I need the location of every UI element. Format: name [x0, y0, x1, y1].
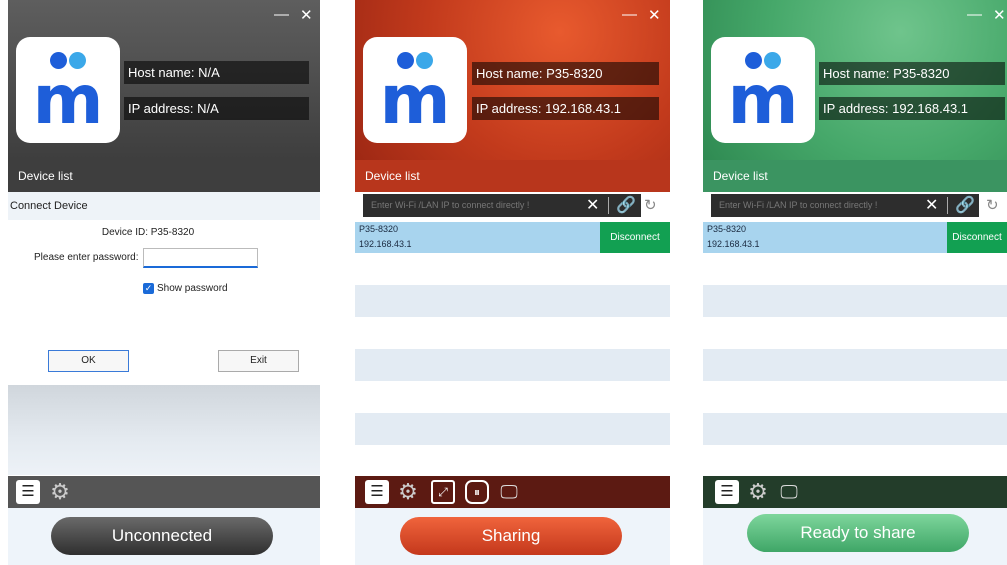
show-password-label: Show password: [157, 283, 228, 294]
ip-address: IP address: N/A: [124, 97, 309, 120]
divider: [608, 197, 609, 214]
device-id: Device ID: P35-8320: [101, 227, 195, 238]
clear-icon[interactable]: ✕: [925, 194, 938, 217]
list-icon[interactable]: ☰: [365, 480, 389, 504]
empty-row: [703, 349, 1007, 381]
screen-icon[interactable]: 🖵: [777, 480, 801, 504]
device-row[interactable]: P35-8320 192.168.43.1 Disconnect: [703, 222, 1007, 253]
close-icon[interactable]: ✕: [648, 6, 661, 24]
screen-icon[interactable]: 🖵: [497, 480, 521, 504]
panel-sharing: — ✕ m Host name: P35-8320 IP address: 19…: [355, 0, 670, 565]
device-ip: 192.168.43.1: [707, 239, 760, 249]
toolbar: ☰ ⚙ ⤢ ⏸ 🖵: [355, 476, 670, 508]
status-button[interactable]: Sharing: [400, 517, 622, 555]
resize-icon[interactable]: ⤢: [431, 480, 455, 504]
header: — ✕ m Host name: N/A IP address: N/A: [8, 0, 320, 160]
status-area: Ready to share: [703, 508, 1007, 565]
empty-row: [355, 285, 670, 317]
app-logo: m: [363, 37, 467, 143]
refresh-icon[interactable]: ↻: [644, 196, 657, 214]
divider: [947, 197, 948, 214]
device-list-header: Device list: [355, 160, 670, 192]
ok-button[interactable]: OK: [48, 350, 129, 372]
status-button[interactable]: Ready to share: [747, 514, 969, 552]
app-logo: m: [711, 37, 815, 143]
empty-row: [703, 285, 1007, 317]
status-area: Unconnected: [8, 508, 320, 565]
panel-unconnected: — ✕ m Host name: N/A IP address: N/A Dev…: [8, 0, 320, 565]
link-icon[interactable]: 🔗: [616, 194, 636, 217]
settings-icon[interactable]: ⚙: [48, 480, 72, 504]
status-area: Sharing: [355, 508, 670, 565]
empty-row: [355, 349, 670, 381]
search-input[interactable]: Enter Wi-Fi /LAN IP to connect directly …: [371, 194, 529, 217]
background-fade: [8, 385, 320, 475]
close-icon[interactable]: ✕: [993, 6, 1006, 24]
disconnect-button[interactable]: Disconnect: [600, 222, 670, 253]
clear-icon[interactable]: ✕: [586, 194, 599, 217]
logo-letter: m: [727, 61, 799, 140]
host-name: Host name: P35-8320: [819, 62, 1005, 85]
ip-search-bar[interactable]: Enter Wi-Fi /LAN IP to connect directly …: [711, 194, 979, 217]
device-list-header: Device list: [8, 160, 320, 192]
ip-address: IP address: 192.168.43.1: [819, 97, 1005, 120]
minimize-icon[interactable]: —: [622, 6, 637, 23]
app-logo: m: [16, 37, 120, 143]
list-icon[interactable]: ☰: [715, 480, 739, 504]
header: — ✕ m Host name: P35-8320 IP address: 19…: [703, 0, 1007, 160]
empty-row: [355, 413, 670, 445]
toolbar: ☰ ⚙ 🖵: [703, 476, 1007, 508]
link-icon[interactable]: 🔗: [955, 194, 975, 217]
logo-letter: m: [379, 61, 451, 140]
search-input[interactable]: Enter Wi-Fi /LAN IP to connect directly …: [719, 194, 877, 217]
settings-icon[interactable]: ⚙: [396, 480, 420, 504]
minimize-icon[interactable]: —: [274, 6, 289, 23]
device-list-header: Device list: [703, 160, 1007, 192]
host-name: Host name: N/A: [124, 61, 309, 84]
device-name: P35-8320: [707, 224, 747, 234]
device-ip: 192.168.43.1: [359, 239, 412, 249]
empty-row: [703, 413, 1007, 445]
show-password-checkbox[interactable]: ✓: [143, 283, 154, 294]
connect-device-title: Connect Device: [8, 192, 320, 220]
close-icon[interactable]: ✕: [300, 6, 313, 24]
host-name: Host name: P35-8320: [472, 62, 659, 85]
panel-ready: — ✕ m Host name: P35-8320 IP address: 19…: [703, 0, 1007, 565]
device-name: P35-8320: [359, 224, 399, 234]
ip-address: IP address: 192.168.43.1: [472, 97, 659, 120]
toolbar: ☰ ⚙: [8, 476, 320, 508]
header: — ✕ m Host name: P35-8320 IP address: 19…: [355, 0, 670, 160]
minimize-icon[interactable]: —: [967, 6, 982, 23]
logo-letter: m: [32, 61, 104, 140]
password-label: Please enter password:: [34, 252, 139, 263]
settings-icon[interactable]: ⚙: [746, 480, 770, 504]
pause-icon[interactable]: ⏸: [465, 480, 489, 504]
ip-search-bar[interactable]: Enter Wi-Fi /LAN IP to connect directly …: [363, 194, 641, 217]
disconnect-button[interactable]: Disconnect: [947, 222, 1007, 253]
list-icon[interactable]: ☰: [16, 480, 40, 504]
password-input[interactable]: [143, 248, 258, 268]
status-button[interactable]: Unconnected: [51, 517, 273, 555]
refresh-icon[interactable]: ↻: [986, 196, 999, 214]
exit-button[interactable]: Exit: [218, 350, 299, 372]
device-row[interactable]: P35-8320 192.168.43.1 Disconnect: [355, 222, 670, 253]
